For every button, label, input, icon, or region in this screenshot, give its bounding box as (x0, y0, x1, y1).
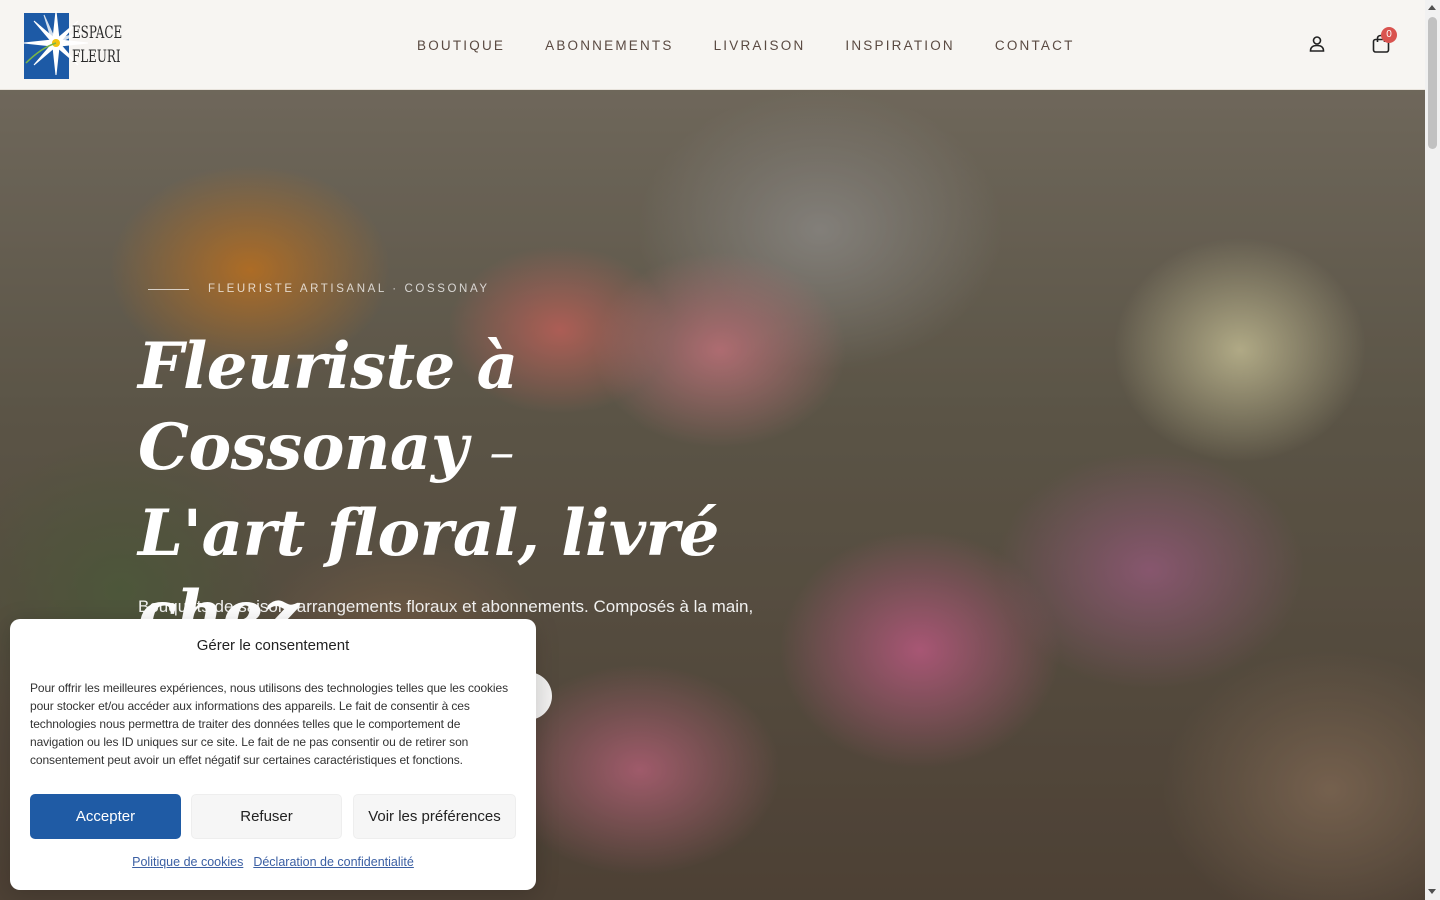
logo-line1: ESPACE (72, 23, 123, 43)
privacy-statement-link[interactable]: Déclaration de confidentialité (253, 855, 414, 869)
nav-item-livraison[interactable]: LIVRAISON (694, 38, 826, 53)
user-icon[interactable] (1307, 34, 1327, 54)
scroll-down-arrow-icon[interactable] (1428, 889, 1436, 894)
refuse-button[interactable]: Refuser (191, 794, 342, 839)
nav-item-contact[interactable]: CONTACT (975, 38, 1095, 53)
eyebrow-divider (148, 288, 189, 290)
cookie-consent-dialog: Gérer le consentement Pour offrir les me… (10, 619, 536, 890)
accept-button[interactable]: Accepter (30, 794, 181, 839)
nav-item-inspiration[interactable]: INSPIRATION (825, 38, 974, 53)
consent-text: Pour offrir les meilleures expériences, … (30, 681, 508, 767)
consent-title: Gérer le consentement (196, 637, 350, 654)
site-logo[interactable]: ESPACE FLEURI (23, 10, 144, 80)
cookie-policy-link[interactable]: Politique de cookies (132, 855, 243, 869)
eyebrow-text: FLEURISTE ARTISANAL · COSSONAY (208, 283, 490, 295)
nav-item-boutique[interactable]: BOUTIQUE (397, 38, 525, 53)
cart-count-badge: 0 (1381, 27, 1397, 43)
site-header: ESPACE FLEURI BOUTIQUE ABONNEMENTS LIVRA… (0, 0, 1425, 90)
daisy-logo-icon (23, 10, 89, 79)
main-nav: BOUTIQUE ABONNEMENTS LIVRAISON INSPIRATI… (397, 0, 1095, 90)
hero-title-line1: Fleuriste à Cossonay (138, 329, 518, 485)
hero-eyebrow: FLEURISTE ARTISANAL · COSSONAY (148, 283, 490, 295)
logo-wordmark: ESPACE FLEURI (72, 21, 122, 69)
page-scrollbar[interactable] (1425, 0, 1440, 900)
hero-subtitle: Bouquets de saison, arrangements floraux… (138, 597, 754, 616)
scroll-thumb[interactable] (1428, 17, 1437, 149)
hero-title-dash: – (489, 423, 514, 481)
scroll-up-arrow-icon[interactable] (1428, 5, 1436, 10)
nav-item-abonnements[interactable]: ABONNEMENTS (525, 38, 693, 53)
logo-line2: FLEURI (72, 47, 121, 67)
view-preferences-button[interactable]: Voir les préférences (353, 794, 516, 839)
consent-links: Politique de cookies Déclaration de conf… (10, 855, 536, 869)
